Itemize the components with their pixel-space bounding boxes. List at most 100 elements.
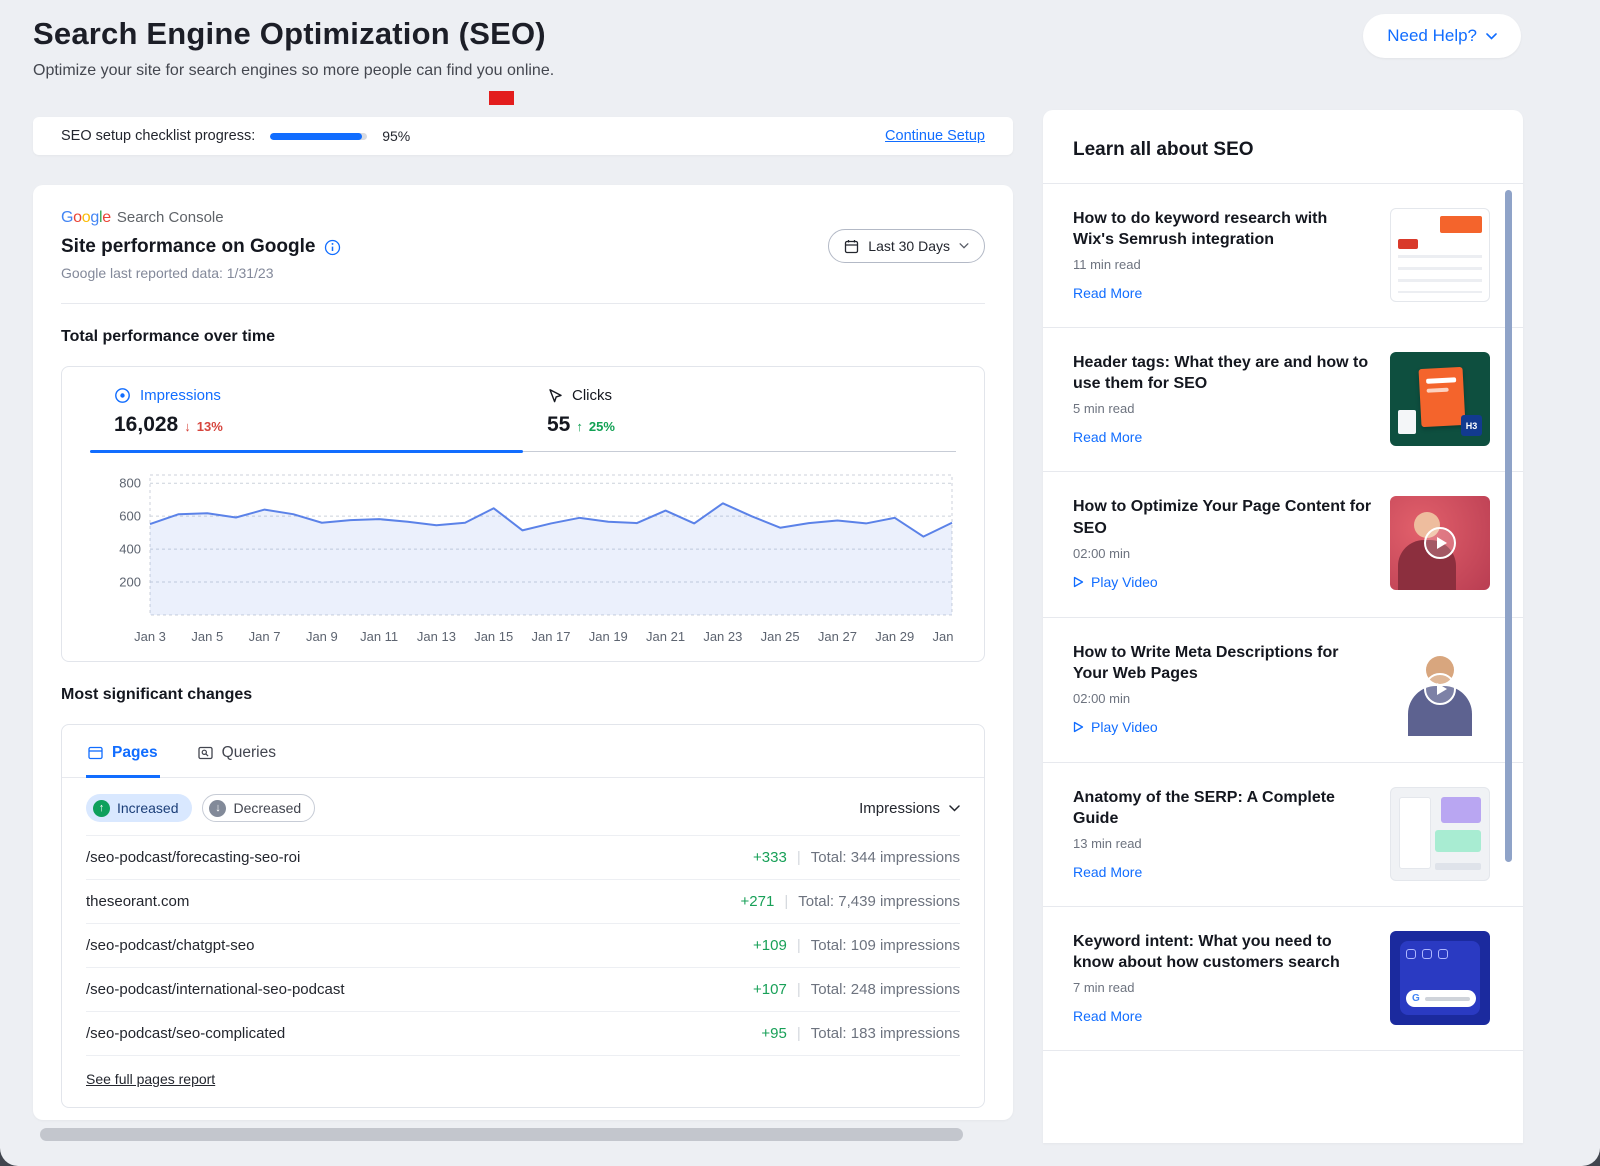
- tab-clicks[interactable]: Clicks 55 ↑ 25%: [523, 387, 956, 453]
- play-video-link[interactable]: Play Video: [1073, 574, 1158, 590]
- site-performance-card: Google Search Console Site performance o…: [33, 185, 1013, 1120]
- page-name: /seo-podcast/forecasting-seo-roi: [86, 849, 300, 866]
- read-more-link[interactable]: Read More: [1073, 285, 1142, 301]
- chevron-down-icon: [1486, 33, 1497, 40]
- total-impressions: Total: 248 impressions: [811, 981, 960, 998]
- page-name: /seo-podcast/international-seo-podcast: [86, 981, 345, 998]
- article-title: Header tags: What they are and how to us…: [1073, 352, 1372, 394]
- page-name: theseorant.com: [86, 893, 189, 910]
- filter-decreased-label: Decreased: [233, 800, 301, 816]
- read-more-link[interactable]: Read More: [1073, 1008, 1142, 1024]
- app-window: Search Engine Optimization (SEO) Optimiz…: [0, 0, 1600, 1166]
- learn-panel-title: Learn all about SEO: [1043, 110, 1523, 183]
- svg-text:Jan 31: Jan 31: [932, 629, 956, 644]
- h3-tag-chip: H3: [1461, 415, 1482, 436]
- svg-text:Jan 29: Jan 29: [875, 629, 914, 644]
- svg-text:Jan 11: Jan 11: [360, 629, 398, 644]
- progress-fill: [270, 133, 362, 140]
- continue-setup-link[interactable]: Continue Setup: [885, 128, 985, 144]
- date-range-value: Last 30 Days: [868, 238, 950, 254]
- increase-icon: ↑: [93, 800, 110, 817]
- red-recording-artifact: [489, 91, 514, 105]
- page-header: Search Engine Optimization (SEO) Optimiz…: [33, 16, 554, 80]
- console-header: Google Search Console Site performance o…: [33, 185, 1013, 304]
- metric-tabs: Impressions 16,028 ↓ 13% Clicks 55: [90, 387, 956, 453]
- article-thumbnail-header-tags[interactable]: H3: [1390, 352, 1490, 446]
- vertical-scrollbar-thumb[interactable]: [1505, 190, 1512, 862]
- clicks-value: 55: [547, 413, 570, 437]
- read-more-link[interactable]: Read More: [1073, 429, 1142, 445]
- article-thumbnail-serp[interactable]: [1390, 787, 1490, 881]
- filter-increased[interactable]: ↑ Increased: [86, 794, 192, 822]
- clicks-cursor-icon: [547, 388, 563, 404]
- article-title: How to Optimize Your Page Content for SE…: [1073, 496, 1372, 538]
- read-more-link[interactable]: Read More: [1073, 864, 1142, 880]
- filter-decreased[interactable]: ↓ Decreased: [202, 794, 315, 822]
- svg-text:Jan 7: Jan 7: [249, 629, 281, 644]
- table-row: theseorant.com +271 | Total: 7,439 impre…: [86, 879, 960, 923]
- thumb-white-card: [1399, 797, 1431, 869]
- svg-text:200: 200: [119, 575, 141, 590]
- horizontal-scrollbar-thumb[interactable]: [40, 1128, 963, 1141]
- article-card: How to Optimize Your Page Content for SE…: [1043, 472, 1523, 617]
- tab-queries[interactable]: Queries: [196, 725, 278, 778]
- need-help-button[interactable]: Need Help?: [1363, 14, 1521, 58]
- play-video-link[interactable]: Play Video: [1073, 719, 1158, 735]
- separator: |: [797, 937, 801, 954]
- change-value: +333: [753, 849, 787, 866]
- tab-pages[interactable]: Pages: [86, 725, 160, 778]
- svg-text:Jan 25: Jan 25: [761, 629, 800, 644]
- clicks-delta-arrow-up: ↑: [576, 419, 583, 434]
- page-title: Search Engine Optimization (SEO): [33, 16, 554, 52]
- filter-increased-label: Increased: [117, 800, 178, 816]
- article-meta: 02:00 min: [1073, 546, 1372, 561]
- date-range-dropdown[interactable]: Last 30 Days: [828, 229, 985, 263]
- play-icon: [1073, 721, 1084, 733]
- article-title: How to do keyword research with Wix's Se…: [1073, 208, 1372, 250]
- learn-panel: Learn all about SEO How to do keyword re…: [1043, 110, 1523, 1143]
- separator: |: [797, 1025, 801, 1042]
- tab-impressions[interactable]: Impressions 16,028 ↓ 13%: [90, 387, 523, 453]
- pages-icon: [88, 746, 103, 760]
- info-icon[interactable]: [324, 239, 341, 256]
- need-help-label: Need Help?: [1387, 26, 1477, 46]
- article-title: How to Write Meta Descriptions for Your …: [1073, 642, 1372, 684]
- article-thumbnail-semrush[interactable]: [1390, 208, 1490, 302]
- svg-text:Jan 5: Jan 5: [191, 629, 223, 644]
- changes-tabs: Pages Queries: [62, 725, 984, 778]
- table-row: /seo-podcast/forecasting-seo-roi +333 | …: [86, 835, 960, 879]
- article-meta: 7 min read: [1073, 980, 1372, 995]
- total-impressions: Total: 7,439 impressions: [798, 893, 960, 910]
- video-thumbnail-meta-descriptions[interactable]: [1390, 642, 1490, 736]
- article-thumbnail-keyword-intent[interactable]: G: [1390, 931, 1490, 1025]
- queries-icon: [198, 746, 213, 760]
- impressions-label: Impressions: [140, 387, 221, 404]
- checklist-progress-label: SEO setup checklist progress:: [61, 128, 255, 144]
- video-thumbnail-page-content[interactable]: [1390, 496, 1490, 590]
- total-impressions: Total: 183 impressions: [811, 1025, 960, 1042]
- google-g-glyph: G: [1412, 994, 1420, 1004]
- sort-label: Impressions: [859, 800, 940, 817]
- separator: |: [797, 981, 801, 998]
- svg-text:Jan 9: Jan 9: [306, 629, 338, 644]
- significant-changes-box: Pages Queries ↑ Increased ↓ Decreased Im…: [61, 724, 985, 1108]
- impressions-icon: [114, 387, 131, 404]
- thumb-purple-block: [1441, 797, 1481, 823]
- play-video-label: Play Video: [1091, 574, 1158, 590]
- svg-text:Jan 15: Jan 15: [474, 629, 513, 644]
- article-card: Header tags: What they are and how to us…: [1043, 328, 1523, 472]
- table-row: /seo-podcast/chatgpt-seo +109 | Total: 1…: [86, 923, 960, 967]
- play-video-label: Play Video: [1091, 719, 1158, 735]
- progress-percent: 95%: [382, 128, 410, 144]
- page-name: /seo-podcast/seo-complicated: [86, 1025, 285, 1042]
- thumb-orange-block: [1440, 216, 1482, 233]
- performance-chart-box: Impressions 16,028 ↓ 13% Clicks 55: [61, 366, 985, 662]
- chevron-down-icon: [949, 805, 960, 812]
- svg-text:Jan 13: Jan 13: [417, 629, 456, 644]
- thumb-red-block: [1398, 239, 1418, 249]
- article-card: Anatomy of the SERP: A Complete Guide 13…: [1043, 763, 1523, 907]
- see-full-pages-report-link[interactable]: See full pages report: [86, 1071, 215, 1087]
- change-value: +107: [753, 981, 787, 998]
- sort-dropdown[interactable]: Impressions: [859, 800, 960, 817]
- article-meta: 11 min read: [1073, 257, 1372, 272]
